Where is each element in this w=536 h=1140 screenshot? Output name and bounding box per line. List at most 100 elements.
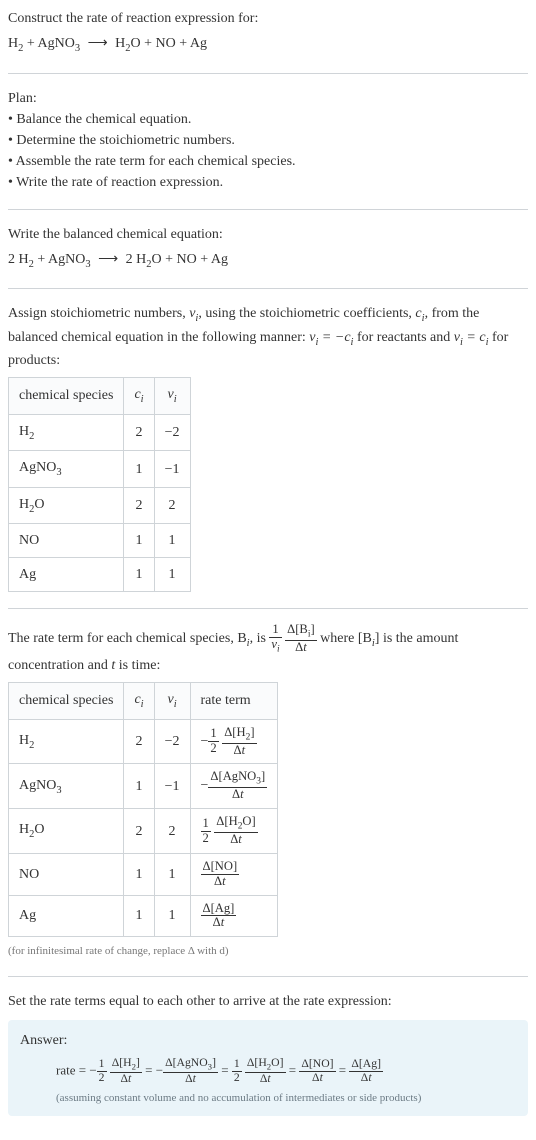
- num: 1: [208, 727, 218, 742]
- cell-c: 2: [124, 719, 154, 764]
- fraction: Δ[Ag]Δt: [349, 1058, 383, 1085]
- num: Δ[H2O]: [245, 1057, 286, 1073]
- cell-nu: 1: [154, 895, 190, 937]
- sign: −: [201, 779, 209, 794]
- eq: =: [339, 1062, 350, 1077]
- eq: =: [145, 1062, 156, 1077]
- num: 1: [97, 1058, 107, 1072]
- num: Δ[Bi]: [285, 623, 317, 641]
- table-row: Ag 1 1: [9, 558, 191, 592]
- table-row: Ag 1 1 Δ[Ag]Δt: [9, 895, 278, 937]
- num: Δ[Ag]: [349, 1058, 383, 1072]
- table-row: H2 2 −2: [9, 414, 191, 451]
- cell-c: 1: [124, 558, 154, 592]
- text: for reactants and: [353, 330, 453, 345]
- fraction: Δ[NO]Δt: [201, 860, 240, 889]
- den: Δt: [201, 875, 240, 889]
- cell-species: NO: [9, 524, 124, 558]
- fraction: Δ[NO]Δt: [299, 1058, 335, 1085]
- cell-species: Ag: [9, 895, 124, 937]
- eq: =: [289, 1062, 300, 1077]
- eq: =: [221, 1062, 232, 1077]
- plan-title: Plan:: [8, 88, 528, 109]
- num: Δ[NO]: [201, 860, 240, 875]
- rate-term-section: The rate term for each chemical species,…: [8, 623, 528, 959]
- cell-c: 2: [124, 414, 154, 451]
- plan-item: Balance the chemical equation.: [8, 109, 528, 130]
- col-rate: rate term: [190, 683, 278, 720]
- num: 1: [232, 1058, 242, 1072]
- cell-nu: −2: [154, 414, 190, 451]
- plan-item: Write the rate of reaction expression.: [8, 172, 528, 193]
- text: , is: [250, 631, 270, 646]
- plan-item: Assemble the rate term for each chemical…: [8, 151, 528, 172]
- arrow-icon: ⟶: [98, 249, 118, 270]
- text: Assign stoichiometric numbers,: [8, 306, 189, 321]
- den: Δt: [214, 833, 257, 847]
- rate-term-intro: The rate term for each chemical species,…: [8, 623, 528, 676]
- den: Δt: [349, 1072, 383, 1085]
- divider: [8, 608, 528, 609]
- num: Δ[Ag]: [201, 902, 237, 917]
- table-row: AgNO3 1 −1: [9, 451, 191, 488]
- den: νi: [269, 638, 281, 655]
- den: Δt: [208, 788, 267, 802]
- cell-nu: −1: [154, 451, 190, 488]
- cell-nu: 1: [154, 558, 190, 592]
- fraction-half: 12: [232, 1058, 242, 1085]
- cell-c: 2: [124, 487, 154, 524]
- fraction: Δ[H2]Δt: [110, 1057, 142, 1086]
- num: Δ[H2]: [110, 1057, 142, 1073]
- col-c: ci: [124, 378, 154, 415]
- cell-nu: 2: [154, 809, 190, 854]
- num: 1: [201, 817, 211, 832]
- cell-c: 1: [124, 895, 154, 937]
- num: Δ[H2O]: [214, 815, 257, 833]
- cell-rate: Δ[NO]Δt: [190, 853, 278, 895]
- divider: [8, 976, 528, 977]
- col-nu: νi: [154, 683, 190, 720]
- infinitesimal-note: (for infinitesimal rate of change, repla…: [8, 943, 528, 960]
- fraction-half: 12: [201, 817, 211, 846]
- rate-label: rate =: [56, 1062, 89, 1077]
- den: 2: [201, 832, 211, 846]
- table-row: NO 1 1: [9, 524, 191, 558]
- cell-rate: Δ[Ag]Δt: [190, 895, 278, 937]
- cell-nu: −1: [154, 764, 190, 809]
- num: 1: [269, 623, 281, 638]
- cell-nu: 1: [154, 524, 190, 558]
- cell-rate: −Δ[AgNO3]Δt: [190, 764, 278, 809]
- col-species: chemical species: [9, 378, 124, 415]
- answer-label: Answer:: [20, 1030, 516, 1051]
- col-c: ci: [124, 683, 154, 720]
- balanced-section: Write the balanced chemical equation: 2 …: [8, 224, 528, 273]
- fraction: Δ[Ag]Δt: [201, 902, 237, 931]
- fraction-half: 12: [208, 727, 218, 756]
- table-header-row: chemical species ci νi: [9, 378, 191, 415]
- cell-nu: −2: [154, 719, 190, 764]
- cell-species: H2: [9, 414, 124, 451]
- fraction: Δ[AgNO3]Δt: [163, 1057, 218, 1086]
- cell-c: 1: [124, 853, 154, 895]
- fraction: Δ[H2]Δt: [222, 726, 256, 758]
- plan-item: Determine the stoichiometric numbers.: [8, 130, 528, 151]
- fraction: Δ[H2O]Δt: [214, 815, 257, 847]
- cell-species: H2O: [9, 809, 124, 854]
- prompt-text: Construct the rate of reaction expressio…: [8, 8, 528, 29]
- rate-expression: rate = −12 Δ[H2]Δt = −Δ[AgNO3]Δt = 12 Δ[…: [56, 1057, 516, 1086]
- sign: −: [156, 1062, 163, 1077]
- fraction-half: 12: [97, 1058, 107, 1085]
- cell-species: Ag: [9, 558, 124, 592]
- cell-species: AgNO3: [9, 451, 124, 488]
- stoich-section: Assign stoichiometric numbers, νi, using…: [8, 303, 528, 592]
- cell-nu: 1: [154, 853, 190, 895]
- den: Δt: [222, 744, 256, 758]
- den: Δt: [299, 1072, 335, 1085]
- unbalanced-equation: H2 + AgNO3 ⟶ H2O + NO + Ag: [8, 33, 528, 57]
- num: Δ[H2]: [222, 726, 256, 744]
- cell-species: AgNO3: [9, 764, 124, 809]
- den: 2: [232, 1072, 242, 1085]
- fraction: 1νi: [269, 623, 281, 655]
- num: Δ[AgNO3]: [163, 1057, 218, 1073]
- table-header-row: chemical species ci νi rate term: [9, 683, 278, 720]
